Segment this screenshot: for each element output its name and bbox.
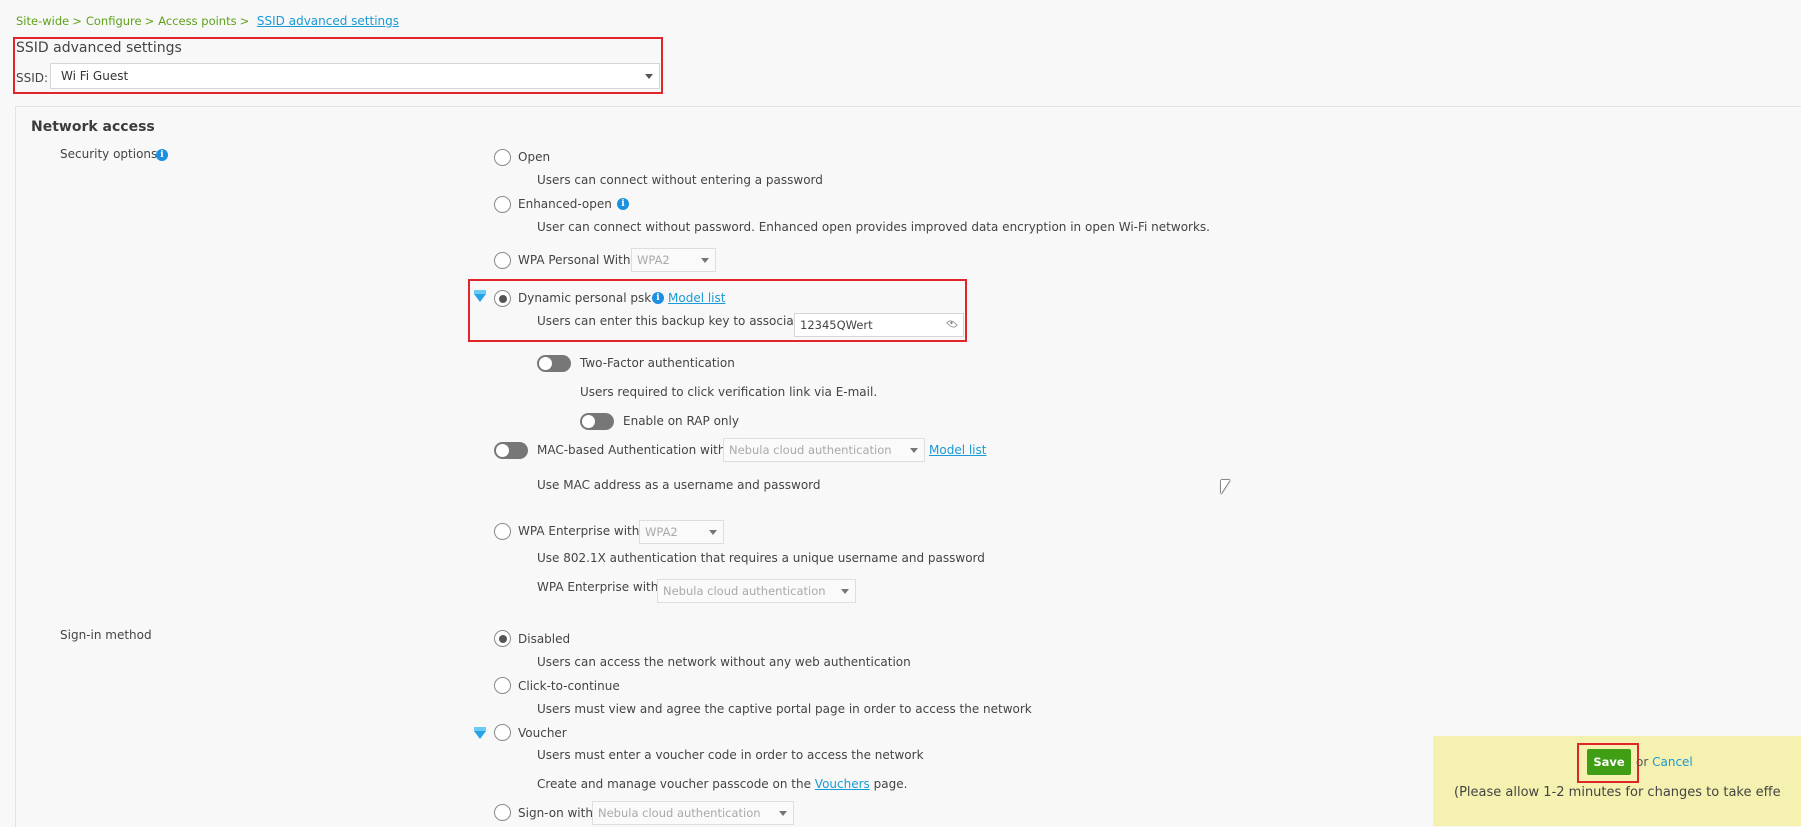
dpsk-label: Dynamic personal psk xyxy=(518,291,652,305)
radio-wpa-enterprise[interactable] xyxy=(494,523,511,540)
rap-only-toggle[interactable] xyxy=(580,413,614,430)
open-desc: Users can connect without entering a pas… xyxy=(537,173,823,187)
click-to-continue-label: Click-to-continue xyxy=(518,679,620,693)
save-note: (Please allow 1-2 minutes for changes to… xyxy=(1454,785,1781,800)
info-icon[interactable]: i xyxy=(652,292,664,304)
breadcrumb-current[interactable]: SSID advanced settings xyxy=(257,14,399,28)
chevron-down-icon xyxy=(841,589,849,594)
wpa-enterprise-select[interactable]: WPA2 xyxy=(639,520,724,544)
breadcrumb-site-wide[interactable]: Site-wide xyxy=(16,14,69,28)
wpa-enterprise-desc: Use 802.1X authentication that requires … xyxy=(537,551,985,565)
backup-key-value: 12345QWert xyxy=(800,318,873,332)
security-options-label: Security options xyxy=(60,147,158,161)
or-text: or xyxy=(1636,755,1649,769)
two-factor-label: Two-Factor authentication xyxy=(580,356,735,370)
info-icon[interactable]: i xyxy=(156,149,168,161)
mac-model-list-link[interactable]: Model list xyxy=(929,443,986,457)
breadcrumb-access-points[interactable]: Access points xyxy=(158,14,236,28)
diamond-icon xyxy=(474,727,486,739)
network-access-panel xyxy=(15,106,1801,827)
wpa-personal-label: WPA Personal With xyxy=(518,253,631,267)
disabled-label: Disabled xyxy=(518,632,571,646)
enhanced-open-desc: User can connect without password. Enhan… xyxy=(537,220,1210,234)
breadcrumb-separator: > xyxy=(144,14,155,28)
diamond-icon xyxy=(474,290,486,302)
wpa-enterprise-select-value: WPA2 xyxy=(645,525,678,539)
mac-auth-select-value: Nebula cloud authentication xyxy=(729,443,892,457)
backup-key-input[interactable]: 12345QWert xyxy=(794,313,964,337)
breadcrumb-separator: > xyxy=(239,14,250,28)
or-cancel: or Cancel xyxy=(1636,755,1693,769)
ssid-select-value: Wi Fi Guest xyxy=(61,69,129,83)
sign-on-select[interactable]: Nebula cloud authentication xyxy=(592,801,794,825)
eye-icon[interactable] xyxy=(946,318,958,330)
vouchers-link[interactable]: Vouchers xyxy=(815,777,870,791)
sign-in-method-label: Sign-in method xyxy=(60,628,152,642)
mac-auth-label: MAC-based Authentication with xyxy=(537,443,726,457)
wpa-personal-select[interactable]: WPA2 xyxy=(631,248,716,272)
mac-auth-select[interactable]: Nebula cloud authentication xyxy=(723,438,925,462)
rap-only-label: Enable on RAP only xyxy=(623,414,739,428)
wpa-enterprise-auth-select-value: Nebula cloud authentication xyxy=(663,584,826,598)
sign-on-label: Sign-on with xyxy=(518,806,593,820)
mouse-cursor-icon xyxy=(1221,480,1230,494)
wpa-enterprise-label: WPA Enterprise with xyxy=(518,524,640,538)
radio-click-to-continue[interactable] xyxy=(494,677,511,694)
radio-enhanced-open[interactable] xyxy=(494,196,511,213)
cancel-link[interactable]: Cancel xyxy=(1652,755,1693,769)
wpa-personal-select-value: WPA2 xyxy=(637,253,670,267)
voucher-manage-text: Create and manage voucher passcode on th… xyxy=(537,777,907,791)
two-factor-desc: Users required to click verification lin… xyxy=(580,385,878,399)
voucher-manage-post: page. xyxy=(873,777,908,791)
radio-dynamic-psk[interactable] xyxy=(494,290,511,307)
breadcrumb-separator: > xyxy=(72,14,82,28)
wpa-enterprise-auth-select[interactable]: Nebula cloud authentication xyxy=(657,579,856,603)
chevron-down-icon xyxy=(701,258,709,263)
chevron-down-icon xyxy=(779,811,787,816)
mac-auth-toggle[interactable] xyxy=(494,442,528,459)
chevron-down-icon xyxy=(910,448,918,453)
dpsk-model-list-link[interactable]: Model list xyxy=(668,291,725,305)
voucher-manage-pre: Create and manage voucher passcode on th… xyxy=(537,777,811,791)
dpsk-desc: Users can enter this backup key to assoc… xyxy=(537,314,806,328)
chevron-down-icon xyxy=(645,74,653,79)
wpa-enterprise-sub-label: WPA Enterprise with xyxy=(537,580,659,594)
open-label: Open xyxy=(518,150,551,164)
mac-auth-desc: Use MAC address as a username and passwo… xyxy=(537,478,821,492)
network-access-heading: Network access xyxy=(31,119,155,135)
radio-open[interactable] xyxy=(494,149,511,166)
breadcrumb: Site-wide > Configure > Access points > SSID … xyxy=(16,14,399,28)
disabled-desc: Users can access the network without any… xyxy=(537,655,911,669)
sign-on-select-value: Nebula cloud authentication xyxy=(598,806,761,820)
radio-disabled[interactable] xyxy=(494,630,511,647)
voucher-label: Voucher xyxy=(518,726,567,740)
radio-wpa-personal[interactable] xyxy=(494,252,511,269)
breadcrumb-configure[interactable]: Configure xyxy=(86,14,142,28)
click-to-continue-desc: Users must view and agree the captive po… xyxy=(537,702,1032,716)
radio-voucher[interactable] xyxy=(494,724,511,741)
page-title: SSID advanced settings xyxy=(16,40,182,56)
voucher-desc: Users must enter a voucher code in order… xyxy=(537,748,924,762)
enhanced-open-label: Enhanced-open xyxy=(518,197,612,211)
ssid-label: SSID: xyxy=(16,71,49,85)
chevron-down-icon xyxy=(709,530,717,535)
two-factor-toggle[interactable] xyxy=(537,355,571,372)
ssid-select[interactable]: Wi Fi Guest xyxy=(50,63,660,89)
info-icon[interactable]: i xyxy=(617,198,629,210)
save-button[interactable]: Save xyxy=(1587,749,1631,775)
